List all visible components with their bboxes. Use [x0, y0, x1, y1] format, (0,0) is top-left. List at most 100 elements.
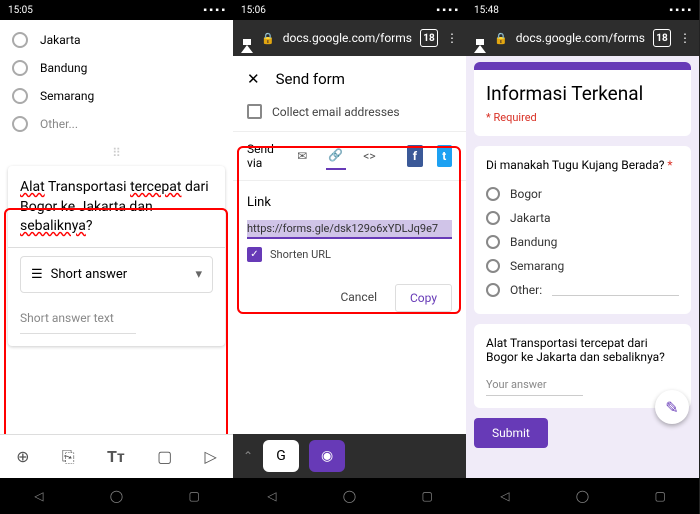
radio-icon [486, 211, 500, 225]
radio-option[interactable]: Semarang [486, 254, 679, 278]
tab-count[interactable]: 18 [420, 29, 438, 47]
send-via-tabs: Send via ✉ 🔗 <> f t [233, 131, 466, 181]
question-text: Di manakah Tugu Kujang Berada? * [486, 158, 679, 172]
radio-icon [12, 88, 28, 104]
send-dialog: ✕ Send form Collect email addresses Send… [233, 56, 466, 434]
browser-bar: 🔒 docs.google.com/forms 18 ⋮ [233, 20, 466, 56]
lock-icon: 🔒 [261, 32, 275, 45]
radio-icon [486, 187, 500, 201]
short-answer-placeholder: Short answer text [20, 303, 136, 334]
radio-icon [486, 283, 500, 297]
submit-button[interactable]: Submit [474, 418, 548, 448]
short-answer-icon: ☰ [31, 267, 43, 282]
shorten-url-row[interactable]: ✓ Shorten URL [247, 247, 452, 262]
import-icon[interactable]: ⎘ [62, 447, 75, 467]
status-icons: ▪ ▪ ▪ ▪ [669, 5, 691, 16]
status-time: 15:48 [474, 5, 499, 16]
expand-icon[interactable]: ⌃ [243, 449, 253, 463]
link-tab-icon[interactable]: 🔗 [326, 142, 346, 170]
option-label: Other... [40, 117, 78, 131]
android-nav: ◁ ◯ ▢ [233, 478, 466, 514]
browser-home-icon[interactable] [474, 31, 486, 45]
url-text[interactable]: docs.google.com/forms [283, 31, 412, 45]
lock-icon: 🔒 [494, 32, 508, 45]
question-card[interactable]: Alat Transportasi tercepat dari Bogor ke… [8, 166, 225, 346]
radio-icon [12, 116, 28, 132]
menu-icon[interactable]: ⋮ [679, 31, 691, 45]
mini-tab-active[interactable]: ◉ [309, 440, 345, 472]
editor-content: Jakarta Bandung Semarang Other... ⠿ Alat… [0, 20, 233, 434]
checkbox-checked-icon[interactable]: ✓ [247, 247, 262, 262]
option-label: Semarang [40, 89, 94, 103]
add-image-icon[interactable]: ▢ [157, 447, 172, 466]
status-bar: 15:06 ▪ ▪ ▪ ▪ [233, 0, 466, 20]
recents-icon[interactable]: ▢ [186, 488, 202, 504]
status-icons: ▪ ▪ ▪ ▪ [436, 5, 458, 16]
drag-handle-icon[interactable]: ⠿ [0, 144, 233, 162]
question-text: Alat Transportasi tercepat dari Bogor ke… [486, 336, 679, 364]
recents-icon[interactable]: ▢ [652, 488, 668, 504]
recents-icon[interactable]: ▢ [419, 488, 435, 504]
embed-tab-icon[interactable]: <> [360, 142, 380, 170]
chevron-down-icon: ▾ [195, 267, 202, 282]
back-icon[interactable]: ◁ [264, 488, 280, 504]
radio-icon [486, 235, 500, 249]
status-icons: ▪ ▪ ▪ ▪ [203, 5, 225, 16]
send-via-label: Send via [247, 142, 279, 170]
cancel-button[interactable]: Cancel [330, 284, 387, 312]
panel-editor: 15:05 ▪ ▪ ▪ ▪ Jakarta Bandung Semarang O… [0, 0, 233, 514]
browser-bar: 🔒 docs.google.com/forms 18 ⋮ [466, 20, 699, 56]
status-time: 15:05 [8, 5, 33, 16]
add-question-icon[interactable]: ⊕ [16, 447, 29, 466]
radio-option-other[interactable]: Other: [486, 278, 679, 302]
editor-toolbar: ⊕ ⎘ Tᴛ ▢ ▷ [0, 434, 233, 478]
option-list: Jakarta Bandung Semarang Other... [0, 20, 233, 144]
facebook-icon[interactable]: f [407, 145, 422, 167]
android-nav: ◁ ◯ ▢ [466, 478, 699, 514]
copy-button[interactable]: Copy [395, 284, 452, 312]
twitter-icon[interactable]: t [437, 145, 452, 167]
form-preview: Informasi Terkenal * Required Di manakah… [466, 56, 699, 478]
option-item[interactable]: Semarang [12, 82, 221, 110]
radio-option[interactable]: Jakarta [486, 206, 679, 230]
status-bar: 15:05 ▪ ▪ ▪ ▪ [0, 0, 233, 20]
radio-option[interactable]: Bandung [486, 230, 679, 254]
mini-tab[interactable]: G [263, 440, 299, 472]
add-title-icon[interactable]: Tᴛ [107, 447, 125, 467]
add-video-icon[interactable]: ▷ [205, 447, 217, 466]
answer-input[interactable]: Your answer [486, 374, 583, 396]
status-bar: 15:48 ▪ ▪ ▪ ▪ [466, 0, 699, 20]
link-section: Link https://forms.gle/dsk129o6xYDLJq9e7… [233, 181, 466, 276]
edit-fab[interactable]: ✎ [655, 390, 689, 424]
home-icon[interactable]: ◯ [108, 488, 124, 504]
radio-icon [12, 32, 28, 48]
home-icon[interactable]: ◯ [341, 488, 357, 504]
browser-tabs-bar: ⌃ G ◉ [233, 434, 466, 478]
link-input[interactable]: https://forms.gle/dsk129o6xYDLJq9e7 [247, 220, 452, 239]
back-icon[interactable]: ◁ [497, 488, 513, 504]
question-card-1: Di manakah Tugu Kujang Berada? * Bogor J… [474, 146, 691, 314]
radio-option[interactable]: Bogor [486, 182, 679, 206]
option-item[interactable]: Bandung [12, 54, 221, 82]
checkbox-icon[interactable] [247, 104, 262, 119]
form-header-card: Informasi Terkenal * Required [474, 62, 691, 136]
browser-home-icon[interactable] [241, 31, 253, 45]
menu-icon[interactable]: ⋮ [446, 31, 458, 45]
option-label: Jakarta [40, 33, 81, 47]
shorten-label: Shorten URL [270, 248, 331, 261]
back-icon[interactable]: ◁ [31, 488, 47, 504]
option-item[interactable]: Jakarta [12, 26, 221, 54]
type-label: Short answer [51, 267, 128, 282]
tab-count[interactable]: 18 [653, 29, 671, 47]
other-input[interactable] [552, 284, 679, 296]
status-time: 15:06 [241, 5, 266, 16]
question-type-select[interactable]: ☰ Short answer ▾ [20, 256, 213, 293]
question-title[interactable]: Alat Transportasi tercepat dari Bogor ke… [20, 178, 213, 237]
email-tab-icon[interactable]: ✉ [293, 142, 313, 170]
radio-icon [486, 259, 500, 273]
option-item[interactable]: Other... [12, 110, 221, 138]
collect-email-row[interactable]: Collect email addresses [233, 98, 466, 131]
url-text[interactable]: docs.google.com/forms [516, 31, 645, 45]
close-icon[interactable]: ✕ [247, 70, 260, 88]
home-icon[interactable]: ◯ [574, 488, 590, 504]
